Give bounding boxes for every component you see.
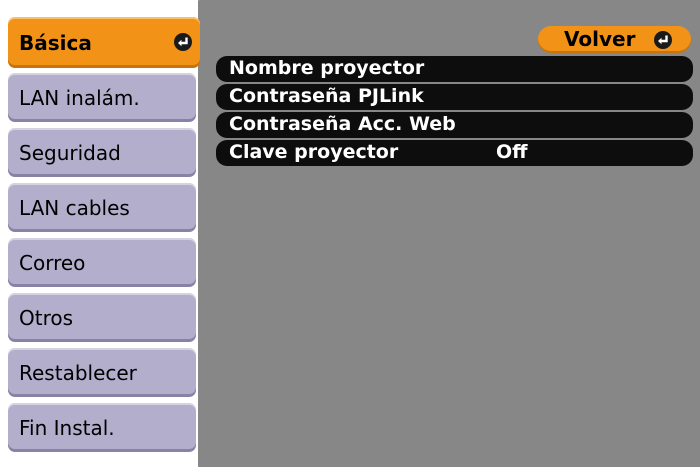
sidebar-item-otros[interactable]: Otros	[8, 293, 196, 342]
row-label: Clave proyector	[229, 141, 399, 163]
sidebar-item-lan-inalam[interactable]: LAN inalám.	[8, 73, 196, 122]
row-label: Nombre proyector	[229, 57, 425, 79]
projector-menu-screen: Básica LAN inalám. Seguridad LAN cables …	[0, 0, 700, 467]
sidebar-item-label: Restablecer	[19, 360, 137, 385]
enter-icon	[174, 33, 192, 51]
row-projector-key[interactable]: Clave proyector Off	[216, 140, 693, 166]
sidebar: Básica LAN inalám. Seguridad LAN cables …	[0, 0, 200, 467]
sidebar-item-label: Fin Instal.	[19, 415, 115, 440]
row-value: Off	[496, 141, 528, 163]
row-label: Contraseña Acc. Web	[229, 113, 456, 135]
sidebar-item-label: Correo	[19, 250, 86, 275]
sidebar-item-fin-instal[interactable]: Fin Instal.	[8, 403, 196, 452]
enter-icon	[654, 31, 672, 49]
sidebar-item-lan-cables[interactable]: LAN cables	[8, 183, 196, 232]
sidebar-item-basica[interactable]: Básica	[8, 17, 200, 68]
sidebar-item-label: Otros	[19, 305, 74, 330]
sidebar-item-restablecer[interactable]: Restablecer	[8, 348, 196, 397]
sidebar-item-label: LAN cables	[19, 195, 130, 220]
row-label: Contraseña PJLink	[229, 85, 424, 107]
row-web-access-password[interactable]: Contraseña Acc. Web	[216, 112, 693, 138]
back-button[interactable]: Volver	[538, 26, 691, 53]
sidebar-item-label: Básica	[19, 30, 92, 55]
row-pjlink-password[interactable]: Contraseña PJLink	[216, 84, 693, 110]
row-projector-name[interactable]: Nombre proyector	[216, 56, 693, 82]
sidebar-item-seguridad[interactable]: Seguridad	[8, 128, 196, 177]
sidebar-item-label: LAN inalám.	[19, 85, 140, 110]
back-button-label: Volver	[564, 27, 636, 51]
sidebar-item-correo[interactable]: Correo	[8, 238, 196, 287]
sidebar-item-label: Seguridad	[19, 140, 121, 165]
